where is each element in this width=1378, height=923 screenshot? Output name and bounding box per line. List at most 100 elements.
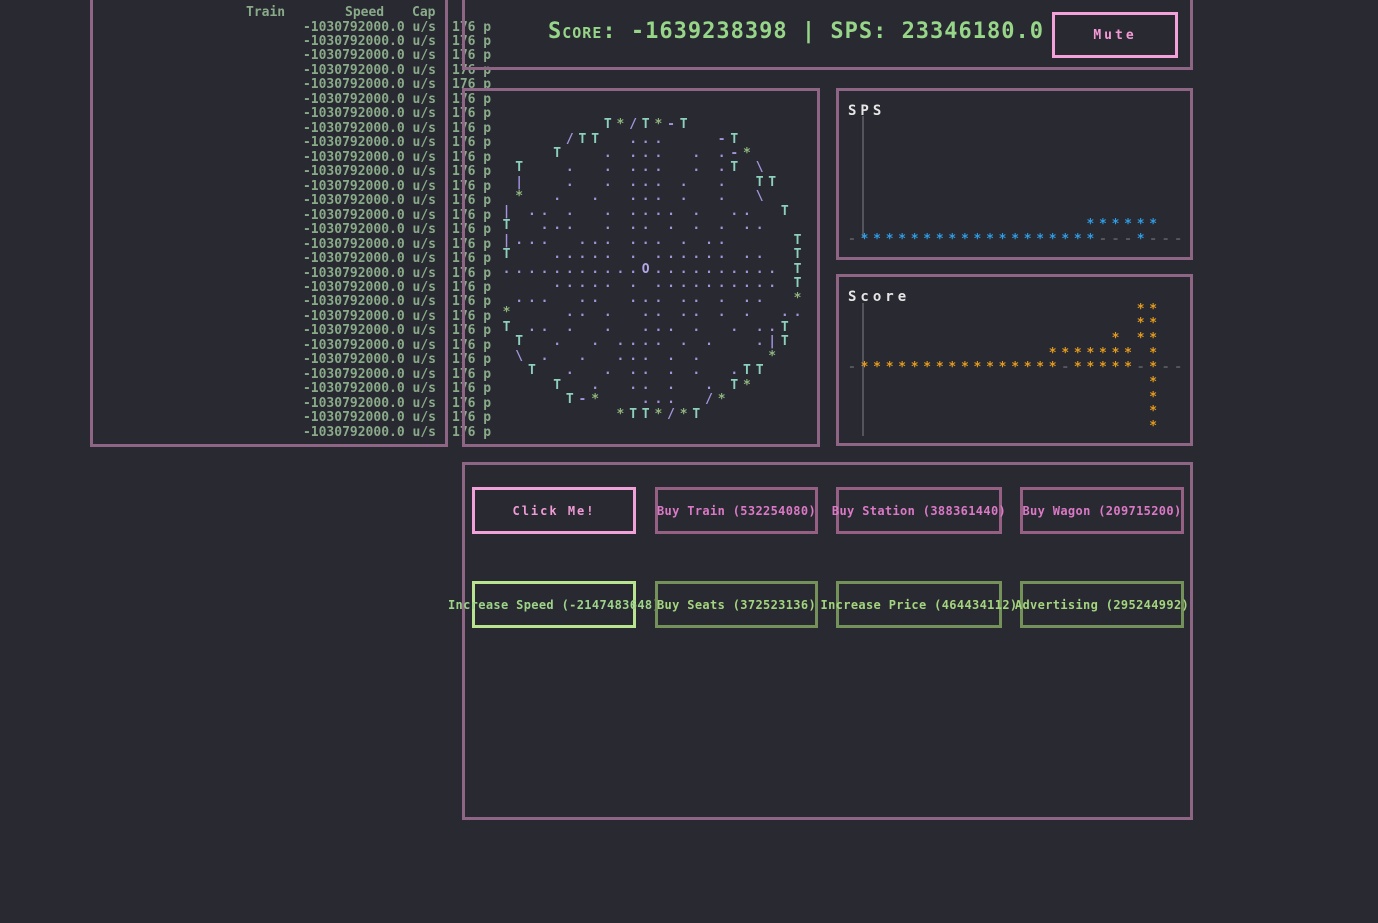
map-terrain-glyph: . xyxy=(705,276,713,292)
speed-cell: -1030792000.0 u/s xyxy=(302,308,436,324)
advertising-button[interactable]: Advertising (295244992) xyxy=(1015,581,1189,628)
map-terrain-glyph: . xyxy=(743,305,751,321)
chart-point: * xyxy=(998,360,1007,376)
map-terrain-glyph: . xyxy=(641,218,650,234)
increase-price-button[interactable]: Increase Price (464434112) xyxy=(821,581,1017,628)
map-terrain-glyph: . xyxy=(667,319,675,335)
map-terrain-glyph: . xyxy=(679,261,688,277)
map-terrain-glyph: . xyxy=(654,146,663,161)
map-terrain-glyph: / xyxy=(565,131,574,147)
chart-gap: - xyxy=(1099,232,1107,247)
map-terrain-glyph: . xyxy=(667,392,675,408)
map-train-glyph: T xyxy=(591,131,600,147)
chart-point: * xyxy=(1023,360,1032,376)
map-terrain-glyph: . xyxy=(667,363,675,379)
map-terrain-glyph: . xyxy=(565,363,574,379)
chart-point: * xyxy=(1036,232,1045,247)
map-terrain-glyph: / xyxy=(705,392,713,408)
actions-panel: Click Me! Buy Train (532254080) Buy Statio… xyxy=(448,462,1193,820)
speed-cell: -1030792000.0 u/s xyxy=(302,381,436,397)
map-terrain-glyph: . xyxy=(603,160,612,176)
map-train-glyph: T xyxy=(780,334,789,350)
chart-point: * xyxy=(1149,316,1158,332)
chart-point: * xyxy=(1149,360,1158,376)
click-me-button[interactable]: Click Me! xyxy=(472,487,636,534)
chart-point: * xyxy=(1073,345,1082,361)
map-terrain-glyph: . xyxy=(565,276,574,292)
chart-point: * xyxy=(1111,330,1120,346)
map-train-glyph: T xyxy=(755,174,764,190)
speed-cell: -1030792000.0 u/s xyxy=(302,120,436,136)
buy-seats-button[interactable]: Buy Seats (372523136) xyxy=(655,581,818,628)
map-train-glyph: T xyxy=(553,146,562,161)
speed-cell: -1030792000.0 u/s xyxy=(302,91,436,107)
buy-wagon-button[interactable]: Buy Wagon (209715200) xyxy=(1020,487,1184,534)
map-terrain-glyph: - xyxy=(578,392,587,408)
chart-point: * xyxy=(1086,217,1095,232)
chart-point: * xyxy=(1023,232,1032,247)
buy-train-button[interactable]: Buy Train (532254080) xyxy=(655,487,818,534)
map-terrain-glyph: . xyxy=(667,377,675,393)
chart-point: * xyxy=(1048,345,1057,361)
chart-point: * xyxy=(885,232,894,247)
map-terrain-glyph: . xyxy=(780,305,789,321)
map-terrain-glyph: . xyxy=(578,276,587,292)
map-terrain-glyph: . xyxy=(641,174,650,190)
speed-cell: -1030792000.0 u/s xyxy=(302,294,436,310)
map-terrain-glyph: . xyxy=(679,334,688,350)
chart-gap: - xyxy=(1111,232,1120,247)
map-train-glyph: T xyxy=(515,160,524,176)
speed-cell: -1030792000.0 u/s xyxy=(302,164,436,180)
map-train-glyph: T xyxy=(679,117,688,132)
map-terrain-glyph: . xyxy=(540,203,549,219)
map-terrain-glyph: . xyxy=(515,232,524,248)
map-terrain-glyph: . xyxy=(641,131,650,147)
sps-y-axis xyxy=(862,116,864,238)
map-terrain-glyph: . xyxy=(730,203,739,219)
map-terrain-glyph: . xyxy=(603,146,612,161)
speed-cell: -1030792000.0 u/s xyxy=(302,135,436,151)
map-terrain-glyph: . xyxy=(629,363,638,379)
map-terrain-glyph: | xyxy=(515,174,524,190)
map-train-glyph: T xyxy=(528,363,536,379)
map-terrain-glyph: . xyxy=(553,218,562,234)
mute-button[interactable]: Mute xyxy=(1052,12,1178,58)
chart-point: * xyxy=(1124,217,1132,232)
map-terrain-glyph: . xyxy=(743,247,751,263)
chart-point: * xyxy=(948,360,957,376)
chart-point: * xyxy=(1136,217,1145,232)
map-terrain-glyph: . xyxy=(565,261,574,277)
map-terrain-glyph: . xyxy=(603,261,612,277)
chart-point: * xyxy=(910,360,919,376)
map-terrain-glyph: . xyxy=(755,319,764,335)
increase-speed-button[interactable]: Increase Speed (-2147483648) xyxy=(448,581,660,628)
map-terrain-glyph: . xyxy=(717,290,726,306)
map-terrain-glyph: . xyxy=(692,290,701,306)
map-terrain-glyph: . xyxy=(717,276,726,292)
map-station-glyph: * xyxy=(616,406,625,422)
chart-point: * xyxy=(873,232,881,247)
map-terrain-glyph: . xyxy=(743,203,751,219)
sps-chart-title: SPS xyxy=(848,103,886,119)
map-train-glyph: T xyxy=(641,117,650,132)
map-terrain-glyph: . xyxy=(667,261,675,277)
column-header-speed: Speed xyxy=(345,5,385,20)
map-terrain-glyph: . xyxy=(603,174,612,190)
chart-gap: - xyxy=(1161,360,1170,376)
chart-gap: - xyxy=(848,360,856,376)
buy-station-button[interactable]: Buy Station (388361440) xyxy=(832,487,1006,534)
map-terrain-glyph: . xyxy=(692,203,701,219)
map-terrain-glyph: . xyxy=(553,276,562,292)
map-station-glyph: * xyxy=(679,406,688,422)
score-chart-panel: Score * * * * * * * * * * * * * * * - * * * * * * * * * * * * * * * * - *… xyxy=(836,274,1193,446)
map-terrain-glyph: . xyxy=(730,276,739,292)
map-terrain-glyph: . xyxy=(743,261,751,277)
map-terrain-glyph: . xyxy=(591,290,600,306)
chart-point: * xyxy=(1011,360,1020,376)
score-header-panel: Score: -1639238398 | SPS: 23346180.0 Mut… xyxy=(462,0,1193,70)
map-terrain-glyph: . xyxy=(578,290,587,306)
map-terrain-glyph: . xyxy=(591,377,600,393)
map-terrain-glyph: . xyxy=(641,203,650,219)
map-terrain-glyph: . xyxy=(540,348,549,364)
chart-point: * xyxy=(885,360,894,376)
